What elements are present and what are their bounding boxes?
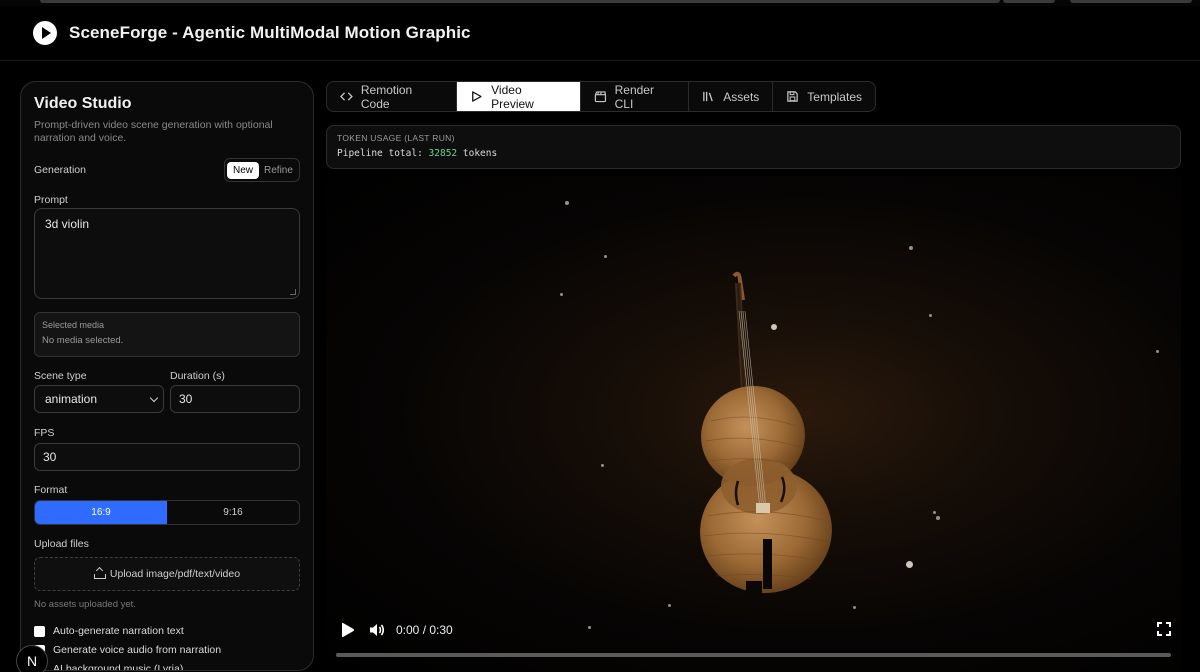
upload-button[interactable]: Upload image/pdf/text/video bbox=[34, 557, 300, 591]
fullscreen-icon[interactable] bbox=[1157, 622, 1171, 636]
fps-value: 30 bbox=[43, 450, 57, 464]
checkbox-label: AI background music (Lyria) bbox=[53, 663, 184, 671]
play-icon bbox=[472, 91, 482, 102]
tab-label: Render CLI bbox=[614, 82, 654, 111]
selected-media-label: Selected media bbox=[42, 320, 105, 330]
duration-value: 30 bbox=[179, 392, 193, 406]
token-usage-line: Pipeline total: 32852 tokens bbox=[337, 148, 1170, 159]
prompt-label: Prompt bbox=[34, 194, 68, 206]
save-icon bbox=[787, 91, 799, 102]
tab-render-cli[interactable]: Render CLI bbox=[581, 82, 690, 111]
narration-text-checkbox-row[interactable]: Auto-generate narration text bbox=[34, 625, 184, 637]
library-icon bbox=[703, 91, 714, 102]
violin-render bbox=[700, 271, 832, 597]
tab-assets[interactable]: Assets bbox=[689, 82, 774, 111]
dust-particle bbox=[601, 464, 604, 467]
scene-type-label: Scene type bbox=[34, 370, 87, 382]
mode-new-button[interactable]: New bbox=[227, 161, 260, 179]
dust-particle bbox=[936, 516, 940, 520]
play-icon[interactable] bbox=[339, 622, 355, 638]
panel-title: Video Studio bbox=[34, 95, 132, 112]
generation-label: Generation bbox=[34, 164, 86, 176]
tab-label: Video Preview bbox=[491, 82, 534, 111]
dust-particle bbox=[604, 255, 607, 258]
clapperboard-icon bbox=[594, 91, 606, 103]
upload-icon bbox=[93, 569, 106, 579]
resize-handle-icon[interactable] bbox=[290, 289, 296, 295]
background-music-checkbox-row[interactable]: AI background music (Lyria) bbox=[34, 663, 184, 671]
video-preview-stage[interactable]: 0:00 / 0:30 bbox=[326, 176, 1181, 672]
dust-particle bbox=[560, 293, 563, 296]
narration-text-checkbox[interactable] bbox=[34, 625, 45, 637]
scene-type-select[interactable]: animation bbox=[34, 385, 164, 413]
tab-label: Templates bbox=[807, 89, 862, 104]
fps-label: FPS bbox=[34, 427, 55, 439]
tab-video-preview[interactable]: Video Preview bbox=[457, 82, 581, 111]
chevron-down-icon bbox=[149, 393, 159, 403]
prompt-textarea[interactable]: 3d violin bbox=[34, 208, 300, 299]
dust-particle bbox=[906, 561, 913, 568]
dust-particle bbox=[668, 604, 671, 607]
token-usage-panel: TOKEN USAGE (LAST RUN) Pipeline total: 3… bbox=[326, 125, 1181, 169]
toolbar-pill bbox=[1070, 0, 1192, 3]
mode-refine-button[interactable]: Refine bbox=[259, 162, 298, 179]
format-16-9-button[interactable]: 16:9 bbox=[35, 501, 167, 524]
dust-particle bbox=[565, 201, 569, 205]
tab-remotion-code[interactable]: Remotion Code bbox=[327, 82, 458, 111]
token-prefix: Pipeline total: bbox=[337, 148, 423, 159]
code-icon bbox=[340, 92, 353, 101]
token-usage-heading: TOKEN USAGE (LAST RUN) bbox=[337, 133, 455, 143]
checkbox-label: Generate voice audio from narration bbox=[53, 644, 222, 656]
checkbox-label: Auto-generate narration text bbox=[53, 625, 184, 637]
selected-media-box: Selected media No media selected. bbox=[34, 312, 300, 357]
volume-icon[interactable] bbox=[368, 621, 386, 639]
video-studio-panel: Video Studio Prompt-driven video scene g… bbox=[20, 81, 314, 671]
app-header: SceneForge - Agentic MultiModal Motion G… bbox=[0, 6, 1200, 61]
video-controls: 0:00 / 0:30 bbox=[326, 616, 1181, 657]
tab-label: Remotion Code bbox=[360, 82, 413, 111]
assets-status: No assets uploaded yet. bbox=[34, 599, 136, 610]
dust-particle bbox=[1156, 350, 1159, 353]
url-bar-edge bbox=[40, 0, 1000, 3]
app-logo-icon bbox=[33, 21, 57, 45]
token-suffix: tokens bbox=[462, 148, 498, 159]
toolbar-pill bbox=[1003, 0, 1055, 3]
upload-label: Upload files bbox=[34, 538, 89, 550]
tab-label: Assets bbox=[723, 89, 760, 104]
voice-audio-checkbox-row[interactable]: Generate voice audio from narration bbox=[34, 644, 221, 656]
format-label: Format bbox=[34, 484, 68, 496]
dust-particle bbox=[933, 511, 936, 514]
fps-input[interactable]: 30 bbox=[34, 443, 300, 471]
token-count: 32852 bbox=[428, 148, 458, 159]
format-9-16-button[interactable]: 9:16 bbox=[167, 501, 299, 524]
generation-mode-toggle: New Refine bbox=[224, 158, 300, 182]
dust-particle bbox=[929, 314, 932, 317]
app-title: SceneForge - Agentic MultiModal Motion G… bbox=[69, 23, 471, 42]
dev-tools-badge[interactable]: N bbox=[16, 645, 48, 672]
panel-subtitle: Prompt-driven video scene generation wit… bbox=[34, 119, 273, 144]
view-tabs: Remotion Code Video Preview Render CLI A… bbox=[326, 81, 876, 112]
upload-button-label: Upload image/pdf/text/video bbox=[109, 568, 241, 580]
duration-label: Duration (s) bbox=[170, 370, 225, 382]
tab-templates[interactable]: Templates bbox=[773, 82, 875, 111]
dust-particle bbox=[909, 246, 913, 250]
duration-input[interactable]: 30 bbox=[170, 385, 300, 413]
playback-time: 0:00 / 0:30 bbox=[396, 623, 453, 637]
scene-type-value: animation bbox=[45, 392, 98, 406]
format-toggle: 16:9 9:16 bbox=[34, 500, 300, 525]
prompt-text: 3d violin bbox=[45, 217, 90, 231]
selected-media-value: No media selected. bbox=[42, 335, 124, 346]
video-progress-bar[interactable] bbox=[336, 653, 1171, 657]
